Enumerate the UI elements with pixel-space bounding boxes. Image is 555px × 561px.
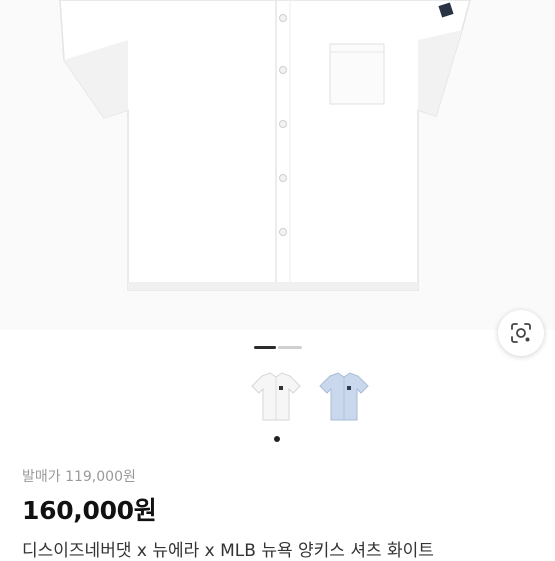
camera-lens-search-icon	[511, 323, 531, 343]
thumbnail-white-shirt[interactable]	[248, 368, 304, 424]
image-search-button[interactable]	[498, 310, 544, 356]
selected-thumbnail-dot	[274, 436, 280, 442]
white-shirt-image	[59, 0, 471, 291]
sale-price: 160,000원	[22, 496, 157, 525]
original-price: 발매가 119,000원	[22, 469, 136, 485]
thumbnail-blue-shirt[interactable]	[316, 368, 372, 424]
product-main-image[interactable]	[0, 0, 555, 330]
carousel-indicator-track	[278, 346, 302, 349]
blue-shirt-thumbnail-image	[319, 372, 369, 421]
white-shirt-thumbnail-image	[251, 372, 301, 421]
product-title: 디스이즈네버댓 x 뉴에라 x MLB 뉴욕 양키스 셔츠 화이트	[22, 541, 434, 561]
carousel-indicator-active	[254, 346, 276, 349]
